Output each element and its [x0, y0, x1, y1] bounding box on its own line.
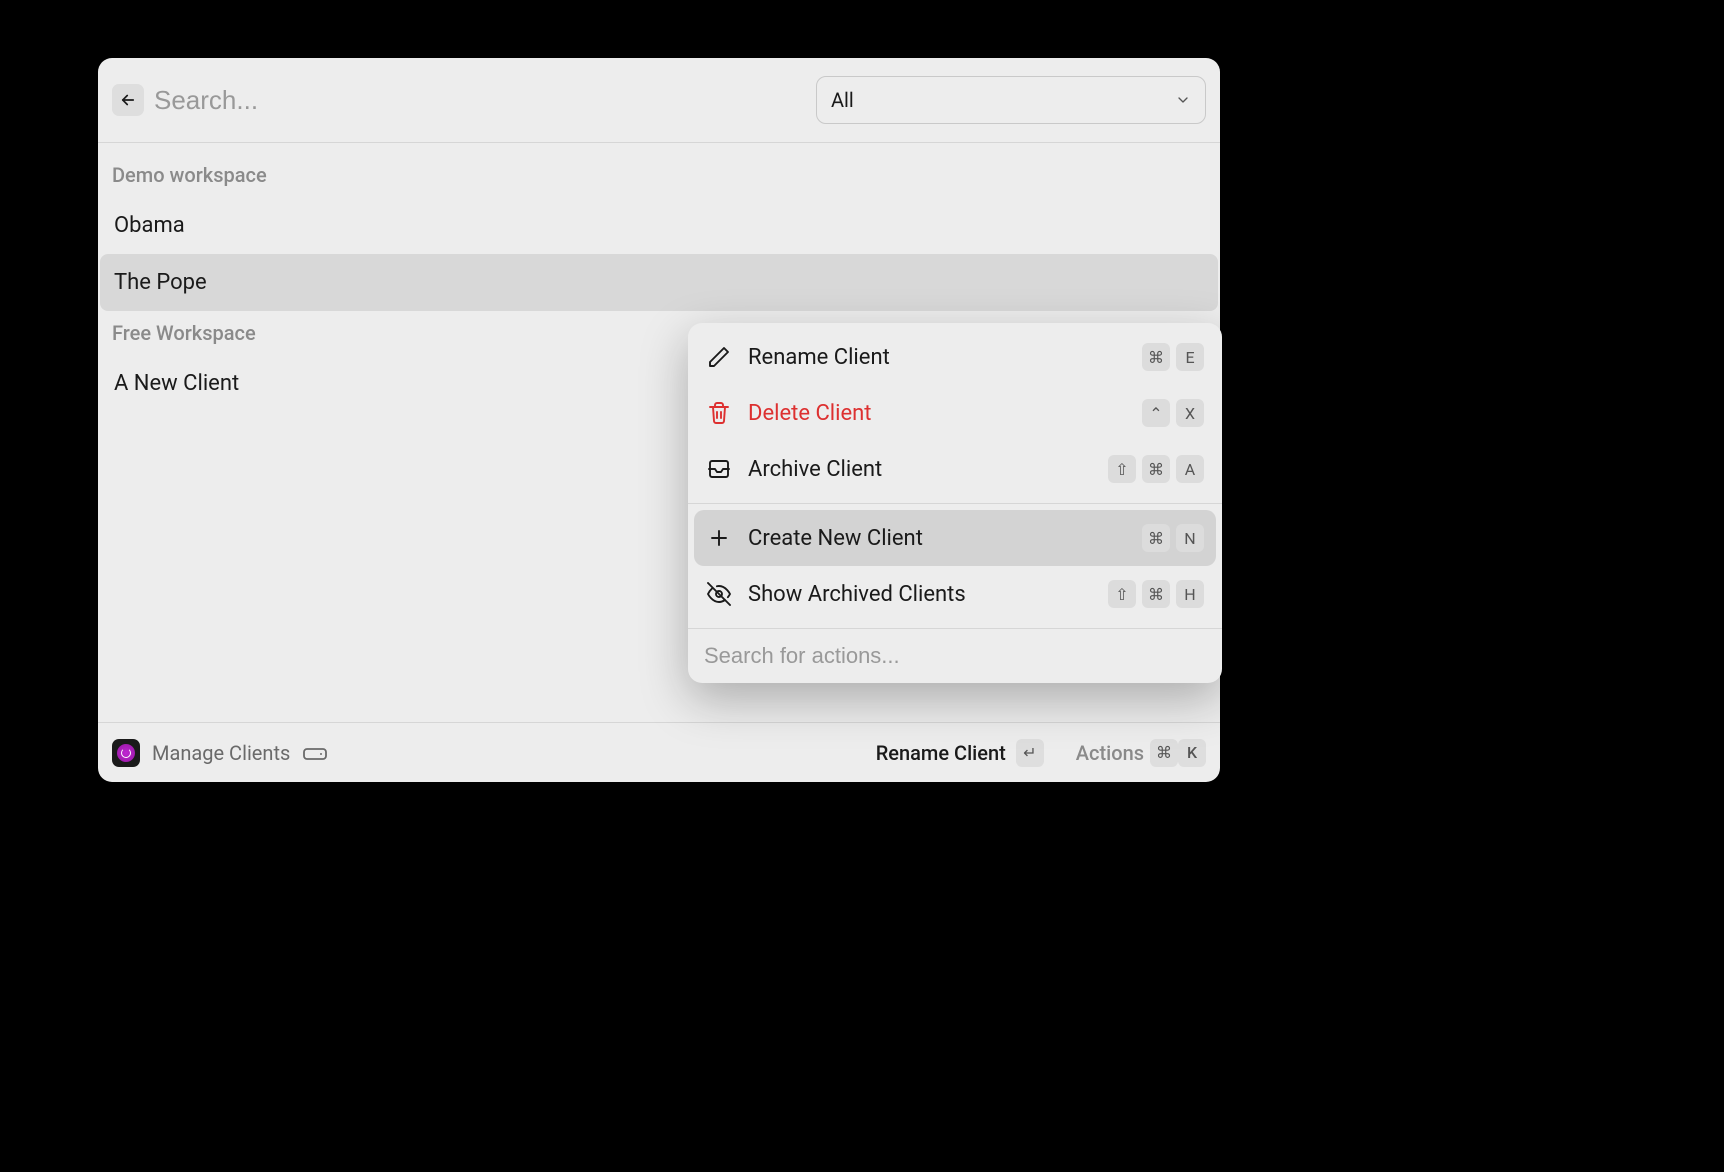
kbd-key: A [1176, 455, 1204, 483]
inbox-icon [706, 456, 732, 482]
kbd-key: N [1176, 524, 1204, 552]
context-menu-item-label: Show Archived Clients [748, 582, 1092, 607]
shortcut-keys: ⇧⌘H [1108, 580, 1204, 608]
context-menu-item-label: Create New Client [748, 526, 1126, 551]
shortcut-keys: ⇧⌘A [1108, 455, 1204, 483]
context-menu-item-label: Delete Client [748, 401, 1126, 426]
power-icon [117, 744, 135, 762]
drive-icon [302, 743, 328, 763]
footer-title: Manage Clients [152, 741, 290, 765]
kbd-key: ⌘ [1142, 455, 1170, 483]
kbd-key: ⇧ [1108, 455, 1136, 483]
context-menu-item[interactable]: Create New Client ⌘N [694, 510, 1216, 566]
kbd-key: ⌘ [1142, 580, 1170, 608]
client-list-item[interactable]: The Pope [100, 254, 1218, 311]
footer-actions-label: Actions [1076, 741, 1144, 765]
back-button[interactable] [112, 84, 144, 116]
context-menu-search [688, 628, 1222, 683]
shortcut-keys: ⌘N [1142, 524, 1204, 552]
context-menu-item-label: Archive Client [748, 457, 1092, 482]
kbd-key: ⌘ [1142, 343, 1170, 371]
chevron-down-icon [1175, 92, 1191, 108]
context-menu-item[interactable]: Show Archived Clients ⇧⌘H [694, 566, 1216, 622]
context-menu-item[interactable]: Rename Client ⌘E [694, 329, 1216, 385]
footer-hint-label: Rename Client [876, 741, 1006, 765]
kbd-key: X [1176, 399, 1204, 427]
kbd-key: E [1176, 343, 1204, 371]
shortcut-keys: ⌘E [1142, 343, 1204, 371]
app-icon [112, 739, 140, 767]
footer: Manage Clients Rename Client ↵ Actions ⌘… [98, 722, 1220, 782]
enter-key: ↵ [1016, 739, 1044, 767]
search-input[interactable] [154, 85, 806, 116]
arrow-left-icon [119, 91, 137, 109]
eye-off-icon [706, 581, 732, 607]
filter-select-value: All [831, 88, 854, 112]
shortcut-keys: ⌃X [1142, 399, 1204, 427]
filter-select[interactable]: All [816, 76, 1206, 124]
kbd-key: K [1178, 739, 1206, 767]
kbd-key: H [1176, 580, 1204, 608]
context-menu-item[interactable]: Delete Client ⌃X [694, 385, 1216, 441]
footer-actions-button[interactable]: Actions ⌘K [1076, 739, 1206, 767]
trash-icon [706, 400, 732, 426]
section-label: Demo workspace [98, 153, 1220, 197]
kbd-key: ⌘ [1142, 524, 1170, 552]
context-menu-item[interactable]: Archive Client ⇧⌘A [694, 441, 1216, 497]
actions-context-menu: Rename Client⌘EDelete Client⌃XArchive Cl… [688, 323, 1222, 683]
kbd-key: ⌘ [1150, 739, 1178, 767]
context-menu-search-input[interactable] [704, 643, 1206, 669]
pencil-icon [706, 344, 732, 370]
context-menu-item-label: Rename Client [748, 345, 1126, 370]
kbd-key: ⇧ [1108, 580, 1136, 608]
plus-icon [706, 525, 732, 551]
client-list-item[interactable]: Obama [100, 197, 1218, 254]
header: All [98, 58, 1220, 143]
kbd-key: ⌃ [1142, 399, 1170, 427]
footer-hint: Rename Client ↵ [876, 739, 1044, 767]
